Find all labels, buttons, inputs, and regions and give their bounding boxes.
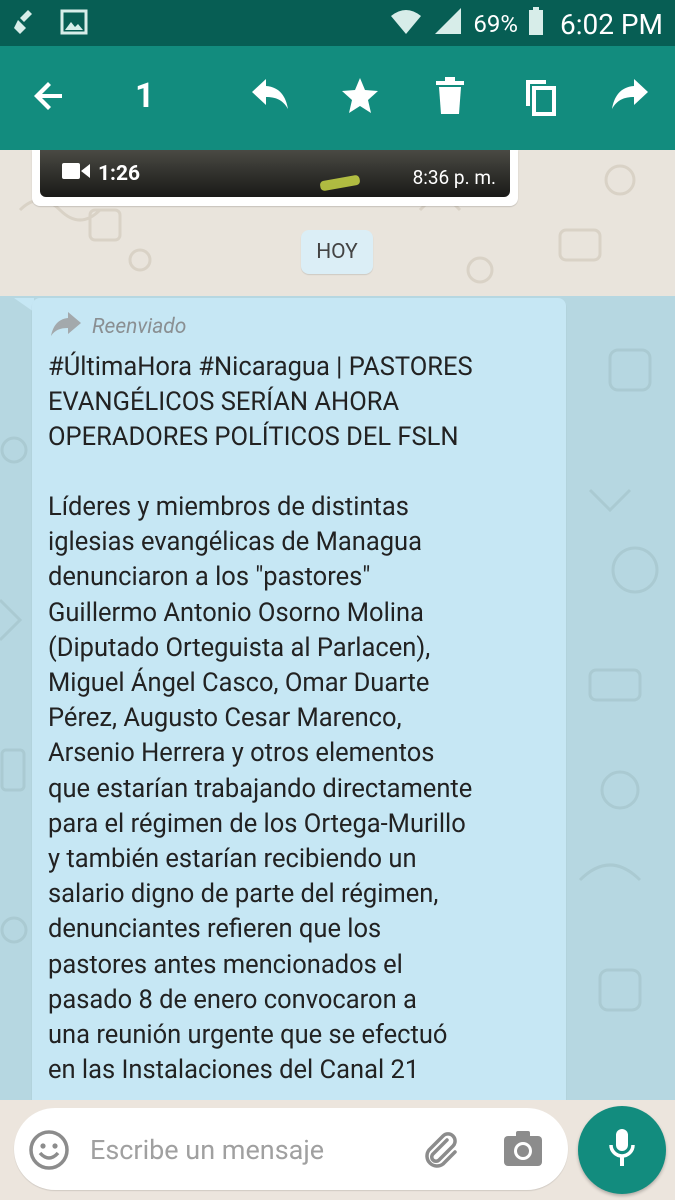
delete-icon [434,77,466,119]
back-arrow-icon [32,78,68,118]
message-body: Líderes y miembros de distintas iglesias… [48,492,473,1086]
message-input[interactable]: Escribe un mensaje [14,1108,568,1190]
forwarded-label: Reenviado [50,312,186,342]
star-icon [340,76,380,120]
chat-area[interactable]: 1:26 8:36 p. m. HOY Reenviado #ÚltimaHor… [0,150,675,1100]
signal-icon [433,6,463,42]
battery-icon [528,6,544,42]
battery-percent: 69% [473,10,518,38]
bubble-tail [14,298,34,312]
reply-button[interactable] [246,74,294,122]
status-bar: 69% 6:02 PM [0,0,675,46]
composer-bar: Escribe un mensaje [0,1100,675,1200]
forward-icon [610,78,650,118]
emoji-icon[interactable] [28,1129,70,1175]
attach-icon[interactable] [419,1128,461,1174]
video-thumbnail[interactable]: 1:26 8:36 p. m. [40,150,510,197]
clock: 6:02 PM [559,7,663,41]
selected-count: 1 [135,76,155,116]
forward-button[interactable] [606,74,654,122]
forwarded-arrow-icon [50,312,82,342]
microphone-icon [607,1127,637,1173]
camera-icon[interactable] [502,1128,544,1174]
video-message[interactable]: 1:26 8:36 p. m. [32,150,518,206]
copy-button[interactable] [516,74,564,122]
image-icon [60,8,88,40]
voice-record-button[interactable] [578,1106,666,1194]
delete-button[interactable] [426,74,474,122]
message-placeholder: Escribe un mensaje [90,1134,325,1166]
video-camera-icon [62,162,90,186]
wifi-icon [389,6,423,42]
forwarded-text: Reenviado [92,315,187,339]
selection-toolbar: 1 [0,46,675,150]
date-divider: HOY [301,230,373,274]
back-button[interactable] [26,74,74,122]
cleaner-icon [12,8,40,40]
star-button[interactable] [336,74,384,122]
forwarded-message-bubble[interactable]: Reenviado #ÚltimaHora #Nicaragua | PASTO… [32,298,566,1100]
copy-icon [522,76,558,120]
reply-icon [250,78,290,118]
video-timestamp: 8:36 p. m. [412,166,496,189]
message-title: #ÚltimaHora #Nicaragua | PASTORES EVANGÉ… [48,352,473,452]
video-duration: 1:26 [98,162,141,186]
